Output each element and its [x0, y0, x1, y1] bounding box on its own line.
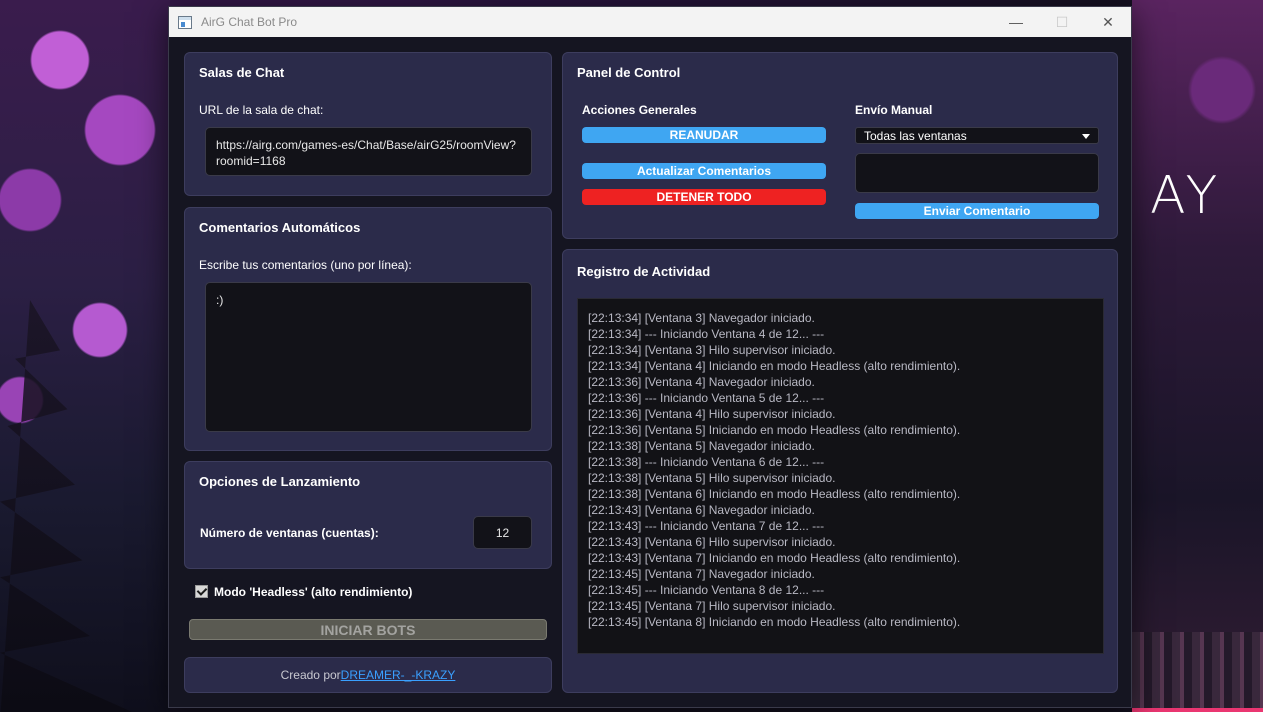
- close-button[interactable]: ✕: [1085, 7, 1131, 37]
- log-line: [22:13:43] [Ventana 7] Iniciando en modo…: [588, 551, 961, 565]
- log-line: [22:13:38] [Ventana 6] Iniciando en modo…: [588, 487, 961, 501]
- maximize-button[interactable]: ☐: [1039, 7, 1085, 37]
- log-line: [22:13:45] --- Iniciando Ventana 8 de 12…: [588, 583, 825, 597]
- footer-panel: Creado por DREAMER-_-KRAZY: [184, 657, 552, 693]
- stop-all-button[interactable]: DETENER TODO: [582, 189, 826, 205]
- headless-checkbox[interactable]: [195, 585, 208, 598]
- wallpaper-pagoda: [0, 300, 150, 712]
- log-line: [22:13:43] [Ventana 6] Navegador iniciad…: [588, 503, 815, 517]
- log-line: [22:13:43] --- Iniciando Ventana 7 de 12…: [588, 519, 825, 533]
- chat-rooms-title: Salas de Chat: [199, 65, 285, 80]
- title-bar[interactable]: AirG Chat Bot Pro — ☐ ✕: [169, 7, 1131, 37]
- log-line: [22:13:34] [Ventana 4] Iniciando en modo…: [588, 359, 961, 373]
- general-actions-label: Acciones Generales: [582, 103, 697, 117]
- log-line: [22:13:38] --- Iniciando Ventana 6 de 12…: [588, 455, 825, 469]
- auto-comments-panel: Comentarios Automáticos Escribe tus come…: [184, 207, 552, 451]
- log-line: [22:13:34] [Ventana 3] Hilo supervisor i…: [588, 343, 836, 357]
- refresh-comments-button[interactable]: Actualizar Comentarios: [582, 163, 826, 179]
- footer-prefix: Creado por: [280, 668, 341, 682]
- window-controls: — ☐ ✕: [993, 7, 1131, 37]
- app-window: AirG Chat Bot Pro — ☐ ✕ Salas de Chat UR…: [168, 6, 1132, 708]
- log-line: [22:13:45] [Ventana 8] Iniciando en modo…: [588, 615, 961, 629]
- log-line: [22:13:43] [Ventana 6] Hilo supervisor i…: [588, 535, 836, 549]
- checkmark-icon: [196, 585, 207, 596]
- chat-rooms-panel: Salas de Chat URL de la sala de chat: ht…: [184, 52, 552, 196]
- send-comment-button[interactable]: Enviar Comentario: [855, 203, 1099, 219]
- auto-comments-label: Escribe tus comentarios (uno por línea):: [199, 258, 412, 272]
- room-url-input[interactable]: https://airg.com/games-es/Chat/Base/airG…: [205, 127, 532, 176]
- author-link[interactable]: DREAMER-_-KRAZY: [341, 668, 456, 682]
- target-window-value: Todas las ventanas: [864, 128, 967, 143]
- log-line: [22:13:36] [Ventana 4] Hilo supervisor i…: [588, 407, 836, 421]
- control-panel-title: Panel de Control: [577, 65, 681, 80]
- launch-options-panel: Opciones de Lanzamiento Número de ventan…: [184, 461, 552, 569]
- window-title: AirG Chat Bot Pro: [201, 15, 298, 29]
- manual-comment-input[interactable]: [855, 153, 1099, 193]
- log-line: [22:13:38] [Ventana 5] Hilo supervisor i…: [588, 471, 836, 485]
- desktop-wallpaper-right: AY: [1132, 0, 1263, 712]
- log-line: [22:13:34] --- Iniciando Ventana 4 de 12…: [588, 327, 825, 341]
- window-count-label: Número de ventanas (cuentas):: [200, 526, 379, 540]
- window-count-input[interactable]: 12: [473, 516, 532, 549]
- wallpaper-text: AY: [1150, 166, 1222, 226]
- target-window-select[interactable]: Todas las ventanas: [855, 127, 1099, 144]
- wallpaper-city: [1132, 632, 1263, 712]
- log-line: [22:13:36] [Ventana 5] Iniciando en modo…: [588, 423, 961, 437]
- log-line: [22:13:45] [Ventana 7] Navegador iniciad…: [588, 567, 815, 581]
- window-content: Salas de Chat URL de la sala de chat: ht…: [169, 37, 1131, 707]
- room-url-label: URL de la sala de chat:: [199, 103, 324, 117]
- log-line: [22:13:36] --- Iniciando Ventana 5 de 12…: [588, 391, 825, 405]
- activity-log-output[interactable]: [22:13:34] [Ventana 3] Navegador iniciad…: [577, 298, 1104, 654]
- minimize-button[interactable]: —: [993, 7, 1039, 37]
- start-bots-button[interactable]: INICIAR BOTS: [189, 619, 547, 640]
- auto-comments-textarea[interactable]: :): [205, 282, 532, 432]
- manual-send-label: Envío Manual: [855, 103, 933, 117]
- launch-options-title: Opciones de Lanzamiento: [199, 474, 361, 489]
- control-panel: Panel de Control Acciones Generales REAN…: [562, 52, 1118, 239]
- resume-button[interactable]: REANUDAR: [582, 127, 826, 143]
- log-line: [22:13:34] [Ventana 3] Navegador iniciad…: [588, 311, 815, 325]
- app-window-icon: [178, 15, 192, 29]
- activity-log-panel: Registro de Actividad [22:13:34] [Ventan…: [562, 249, 1118, 693]
- log-line: [22:13:36] [Ventana 4] Navegador iniciad…: [588, 375, 815, 389]
- desktop-wallpaper-left: [0, 0, 170, 712]
- dropdown-arrow-icon: [1082, 134, 1090, 139]
- headless-label: Modo 'Headless' (alto rendimiento): [214, 585, 413, 599]
- auto-comments-title: Comentarios Automáticos: [199, 220, 361, 235]
- log-line: [22:13:45] [Ventana 7] Hilo supervisor i…: [588, 599, 836, 613]
- log-line: [22:13:38] [Ventana 5] Navegador iniciad…: [588, 439, 815, 453]
- activity-log-title: Registro de Actividad: [577, 264, 711, 279]
